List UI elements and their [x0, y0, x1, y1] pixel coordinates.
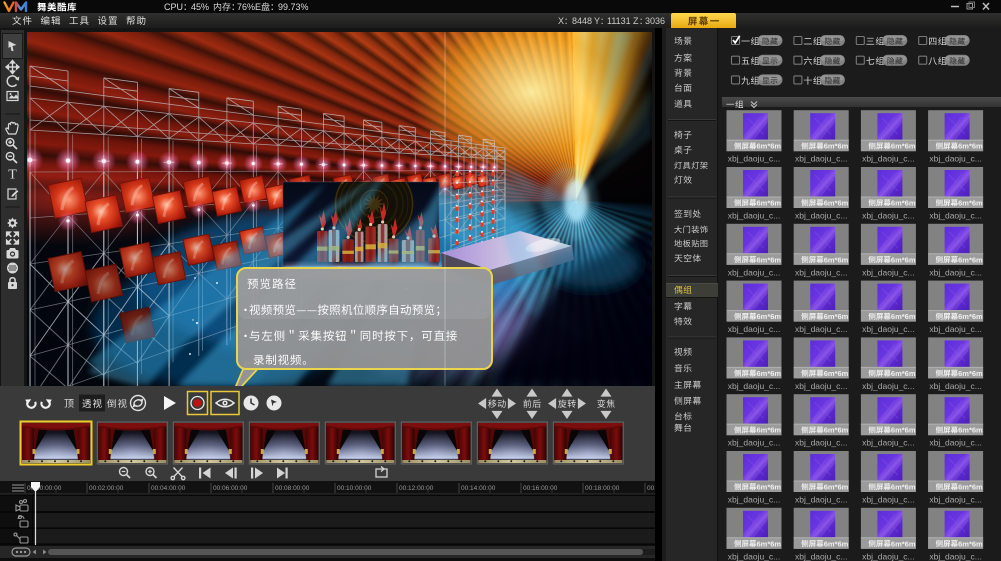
svg-text:00:06:00:00: 00:06:00:00	[213, 485, 248, 492]
svg-text:99.73%: 99.73%	[278, 2, 309, 12]
svg-text:X: X	[558, 16, 564, 26]
svg-text:00:08:00:00: 00:08:00:00	[275, 485, 310, 492]
svg-text:Z: Z	[633, 16, 639, 26]
svg-text:00:18:00:00: 00:18:00:00	[585, 485, 620, 492]
svg-text:E: E	[255, 2, 261, 12]
svg-text:00:16:00:00: 00:16:00:00	[523, 485, 558, 492]
svg-text:45%: 45%	[191, 2, 209, 12]
svg-text:3036: 3036	[645, 16, 665, 26]
svg-text:11131: 11131	[607, 16, 631, 26]
svg-text:00:20:00:00: 00:20:00:00	[647, 485, 655, 492]
svg-text:00:10:00:00: 00:10:00:00	[337, 485, 372, 492]
svg-text:00:04:00:00: 00:04:00:00	[151, 485, 186, 492]
svg-text:8448: 8448	[572, 16, 592, 26]
svg-text:T: T	[8, 168, 17, 183]
svg-text:Y: Y	[594, 16, 600, 26]
svg-text:76%: 76%	[237, 2, 255, 12]
svg-text:00:14:00:00: 00:14:00:00	[461, 485, 496, 492]
svg-text:CPU: CPU	[164, 2, 183, 12]
svg-text:00:12:00:00: 00:12:00:00	[399, 485, 434, 492]
svg-text:00:02:00:00: 00:02:00:00	[89, 485, 124, 492]
